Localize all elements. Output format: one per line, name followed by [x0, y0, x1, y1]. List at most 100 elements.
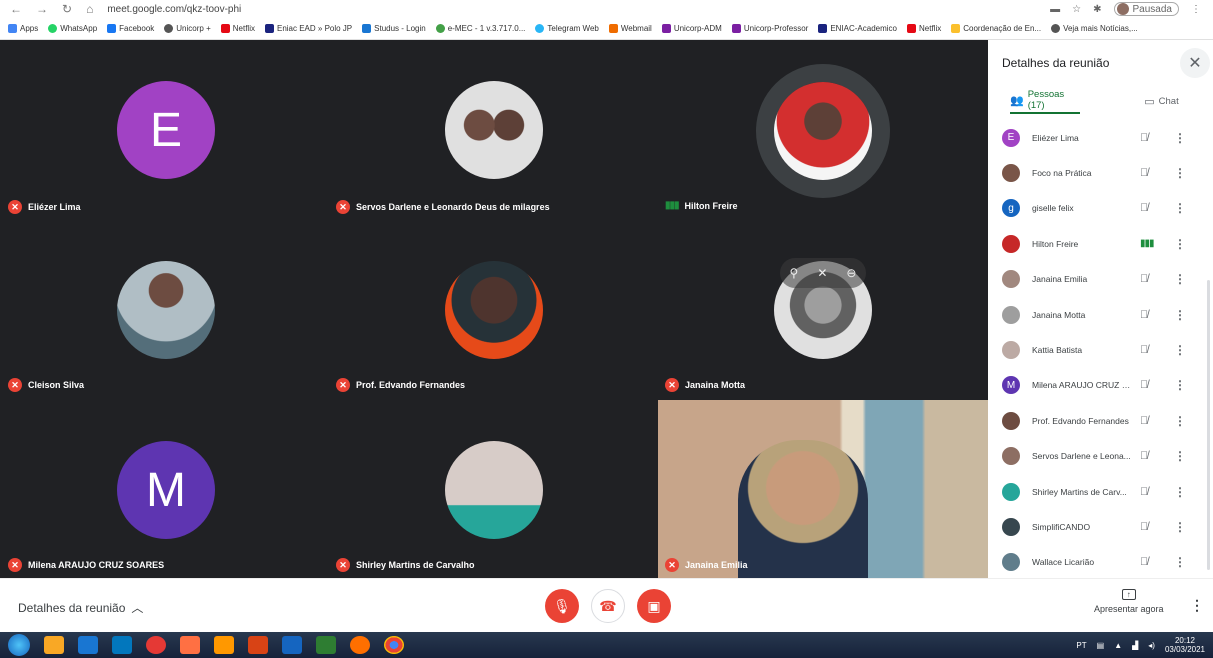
leave-call-button[interactable]: ☎	[591, 589, 625, 623]
bookmark-facebook[interactable]: Facebook	[107, 24, 154, 33]
mic-off-icon[interactable]: 🎙̸	[1140, 521, 1148, 533]
bookmark-unicorp-adm[interactable]: Unicorp-ADM	[661, 24, 722, 33]
mic-toggle-button[interactable]: 🎙	[545, 589, 579, 623]
reload-icon[interactable]: ↻	[62, 2, 72, 16]
forward-icon[interactable]: →	[36, 2, 48, 16]
mic-off-icon[interactable]: 🎙̸	[1140, 450, 1148, 462]
mic-off-icon[interactable]: 🎙̸	[1140, 132, 1148, 144]
more-options-icon[interactable]: ⋮	[1174, 414, 1186, 428]
more-options-icon[interactable]: ⋮	[1174, 343, 1186, 357]
puzzle-icon[interactable]: ✱	[1093, 4, 1101, 15]
present-now-button[interactable]: ↑ Apresentar agora	[1094, 589, 1164, 614]
keyboard-icon[interactable]: ▤	[1097, 641, 1105, 650]
tab-chat[interactable]: ▭ Chat	[1110, 88, 1213, 114]
more-options-icon[interactable]: ⋮	[1174, 485, 1186, 499]
profile-button[interactable]: Pausada	[1113, 2, 1179, 16]
scrollbar[interactable]	[1207, 280, 1210, 570]
more-options-icon[interactable]: ⋮	[1174, 131, 1186, 145]
meeting-details-button[interactable]: Detalhes da reunião ︿	[18, 599, 143, 616]
mic-off-icon[interactable]: 🎙̸	[1140, 486, 1148, 498]
more-options-icon[interactable]: ⋮	[1174, 308, 1186, 322]
more-options-icon[interactable]: ⋮	[1174, 272, 1186, 286]
bookmark-noticias[interactable]: Veja mais Notícias,...	[1051, 24, 1138, 33]
more-options-icon[interactable]: ⋮	[1174, 520, 1186, 534]
more-options-icon[interactable]: ⋮	[1174, 449, 1186, 463]
more-options-icon[interactable]: ⋮	[1174, 555, 1186, 569]
camera-toggle-button[interactable]: ▣	[637, 589, 671, 623]
network-icon[interactable]: ▟	[1132, 641, 1138, 650]
bookmark-unicorp[interactable]: Unicorp +	[164, 24, 211, 33]
participant-row[interactable]: Hilton Freire ▮▮▮ ⋮	[988, 226, 1213, 261]
media-icon[interactable]	[112, 636, 132, 654]
more-options-icon[interactable]: ⋮	[1174, 166, 1186, 180]
participant-row[interactable]: Janaina Motta 🎙̸ ⋮	[988, 297, 1213, 332]
bookmark-apps[interactable]: Apps	[8, 24, 38, 33]
mic-off-icon[interactable]: 🎙̸	[1140, 167, 1148, 179]
participant-row[interactable]: M Milena ARAUJO CRUZ S... 🎙̸ ⋮	[988, 368, 1213, 403]
participant-row[interactable]: SimplifiCANDO 🎙̸ ⋮	[988, 509, 1213, 544]
mic-off-icon: ✕	[8, 558, 22, 572]
tab-people[interactable]: 👥 Pessoas (17)	[1010, 88, 1080, 114]
more-options-icon[interactable]: ⋮	[1174, 378, 1186, 392]
menu-icon[interactable]: ⋮	[1191, 4, 1201, 15]
remove-icon[interactable]: ⊖	[846, 266, 856, 280]
mic-off-icon[interactable]: 🎙̸	[1140, 556, 1148, 568]
participant-row[interactable]: Wallace Licarião 🎙̸ ⋮	[988, 545, 1213, 580]
speaking-icon[interactable]: ▮▮▮	[1140, 238, 1154, 249]
extension-icon[interactable]: ▬	[1050, 4, 1060, 15]
calculator-icon[interactable]	[78, 636, 98, 654]
bookmark-eniac[interactable]: Eniac EAD » Polo JP	[264, 24, 352, 33]
more-options-icon[interactable]: ⋮	[1174, 237, 1186, 251]
participant-row[interactable]: Prof. Edvando Fernandes 🎙̸ ⋮	[988, 403, 1213, 438]
app-icon[interactable]	[180, 636, 200, 654]
close-panel-button[interactable]: ✕	[1180, 48, 1210, 78]
chrome-icon[interactable]	[384, 636, 404, 654]
participant-row[interactable]: g giselle felix 🎙̸ ⋮	[988, 191, 1213, 226]
mute-icon[interactable]: ✕	[817, 266, 827, 280]
mic-off-icon[interactable]: 🎙̸	[1140, 273, 1148, 285]
home-icon[interactable]: ⌂	[86, 2, 93, 16]
firefox-icon[interactable]	[350, 636, 370, 654]
participant-row[interactable]: Janaina Emilia 🎙̸ ⋮	[988, 262, 1213, 297]
excel-icon[interactable]	[316, 636, 336, 654]
mic-off-icon[interactable]: 🎙̸	[1140, 309, 1148, 321]
word-icon[interactable]	[282, 636, 302, 654]
bookmark-studus[interactable]: Studus - Login	[362, 24, 426, 33]
explorer-icon[interactable]	[44, 636, 64, 654]
bookmark-telegram[interactable]: Telegram Web	[535, 24, 599, 33]
back-icon[interactable]: ←	[10, 2, 22, 16]
more-options-icon[interactable]: ⋮	[1174, 201, 1186, 215]
mic-off-icon[interactable]: 🎙̸	[1140, 415, 1148, 427]
bookmark-netflix[interactable]: Netflix	[220, 24, 255, 33]
start-button[interactable]	[8, 634, 30, 656]
language-indicator[interactable]: PT	[1076, 641, 1086, 650]
avatar	[1002, 305, 1020, 324]
mic-off-icon[interactable]: 🎙̸	[1140, 344, 1148, 356]
bookmark-eniac-academico[interactable]: ENIAC-Academico	[818, 24, 897, 33]
speaking-icon: ▮▮▮	[665, 200, 679, 211]
bookmark-webmail[interactable]: Webmail	[608, 24, 652, 33]
participant-row[interactable]: E Eliézer Lima 🎙̸ ⋮	[988, 120, 1213, 155]
clock[interactable]: 20:12 03/03/2021	[1165, 636, 1205, 654]
mic-off-icon[interactable]: 🎙̸	[1140, 379, 1148, 391]
mic-off-icon[interactable]: 🎙̸	[1140, 202, 1148, 214]
volume-icon[interactable]: ◂)	[1148, 641, 1155, 650]
bookmark-netflix-2[interactable]: Netflix	[907, 24, 941, 33]
app-icon[interactable]	[146, 636, 166, 654]
participant-row[interactable]: Shirley Martins de Carv... 🎙̸ ⋮	[988, 474, 1213, 509]
bookmark-emec[interactable]: e-MEC - 1 v.3.717.0...	[435, 24, 525, 33]
tray-expand-icon[interactable]: ▲	[1114, 641, 1122, 650]
more-options-icon[interactable]: ⋮	[1190, 597, 1204, 614]
pin-icon[interactable]: ⚲	[790, 266, 799, 280]
address-bar[interactable]: meet.google.com/qkz-toov-phi	[107, 4, 241, 15]
participant-row[interactable]: Kattia Batista 🎙̸ ⋮	[988, 332, 1213, 367]
bookmark-unicorp-professor[interactable]: Unicorp-Professor	[731, 24, 808, 33]
bookmark-whatsapp[interactable]: WhatsApp	[48, 24, 97, 33]
star-icon[interactable]: ☆	[1072, 4, 1081, 15]
participant-row[interactable]: Foco na Prática 🎙̸ ⋮	[988, 155, 1213, 190]
participant-row[interactable]: Servos Darlene e Leona... 🎙̸ ⋮	[988, 439, 1213, 474]
tile-nameplate: ✕ Cleison Silva	[8, 378, 84, 392]
bookmark-coordenacao[interactable]: Coordenação de En...	[951, 24, 1041, 33]
powerpoint-icon[interactable]	[248, 636, 268, 654]
vlc-icon[interactable]	[214, 636, 234, 654]
